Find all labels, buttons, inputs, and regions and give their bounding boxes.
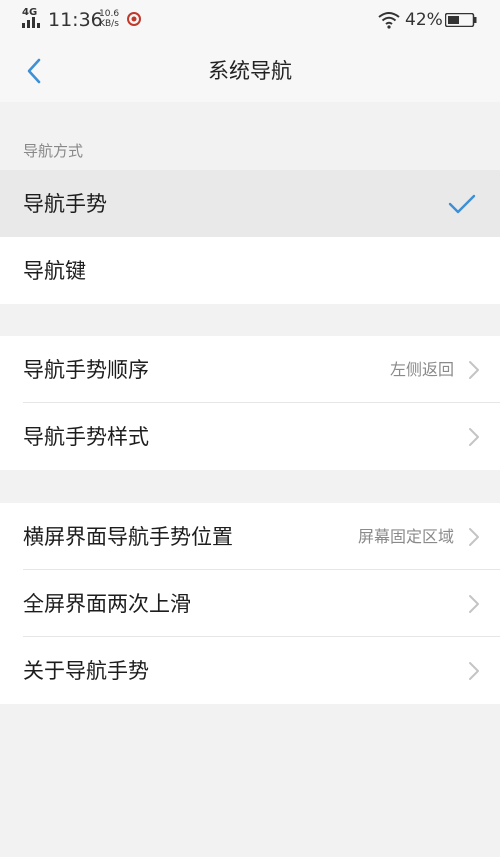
gesture-order-item[interactable]: 导航手势顺序 左侧返回 [0, 336, 500, 403]
page-title: 系统导航 [208, 59, 292, 83]
about-gesture-item[interactable]: 关于导航手势 [0, 637, 500, 704]
chevron-right-icon [469, 428, 479, 446]
network-speed-value: 10.6 [99, 9, 120, 19]
chevron-right-icon [469, 528, 479, 546]
wifi-icon [378, 12, 400, 29]
option-label: 导航手势 [23, 191, 107, 216]
fullscreen-double-swipe-item[interactable]: 全屏界面两次上滑 [0, 570, 500, 637]
clock: 11:36 [48, 9, 103, 31]
gesture-settings-group: 导航手势顺序 左侧返回 导航手势样式 [0, 336, 500, 470]
landscape-gesture-position-item[interactable]: 横屏界面导航手势位置 屏幕固定区域 [0, 503, 500, 570]
item-label: 导航手势顺序 [23, 357, 149, 382]
status-bar: 4G 11:36 10.6 KB/s 42% [0, 0, 500, 40]
item-value: 左侧返回 [389, 359, 454, 379]
item-value: 屏幕固定区域 [357, 526, 454, 546]
item-label: 导航手势样式 [23, 424, 149, 449]
more-settings-group: 横屏界面导航手势位置 屏幕固定区域 全屏界面两次上滑 关于导航手势 [0, 503, 500, 704]
top-nav-bar: 系统导航 [0, 40, 500, 102]
checkmark-icon [448, 194, 476, 214]
chevron-right-icon [469, 662, 479, 680]
nav-mode-options: 导航手势 导航键 [0, 170, 500, 304]
signal-icon [22, 17, 40, 28]
chevron-right-icon [469, 361, 479, 379]
item-label: 全屏界面两次上滑 [23, 591, 191, 616]
item-label: 关于导航手势 [23, 658, 149, 683]
network-speed-unit: KB/s [99, 19, 119, 29]
battery-icon [445, 13, 477, 27]
app-notification-icon [127, 12, 141, 26]
chevron-right-icon [469, 595, 479, 613]
network-speed: 10.6 KB/s [99, 9, 119, 29]
back-icon[interactable] [18, 54, 52, 88]
item-label: 横屏界面导航手势位置 [23, 524, 233, 549]
section-header-nav-mode: 导航方式 [23, 142, 84, 160]
battery-percent: 42% [405, 10, 443, 30]
option-navigation-keys[interactable]: 导航键 [0, 237, 500, 304]
option-gesture-navigation[interactable]: 导航手势 [0, 170, 500, 237]
option-label: 导航键 [23, 258, 86, 283]
gesture-style-item[interactable]: 导航手势样式 [0, 403, 500, 470]
